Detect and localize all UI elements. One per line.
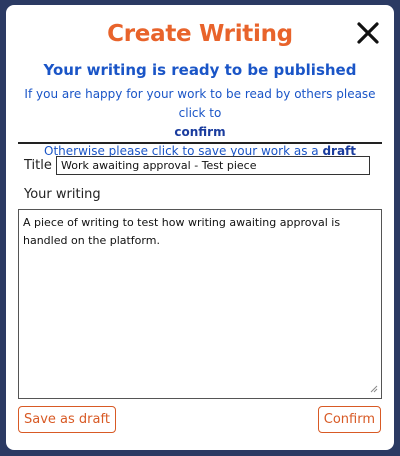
close-icon[interactable] [354, 19, 382, 47]
confirm-button[interactable]: Confirm [317, 406, 381, 433]
resize-grip-icon[interactable] [370, 385, 378, 393]
title-input[interactable] [56, 156, 370, 175]
writing-label: Your writing [24, 187, 101, 202]
instructions-confirm-word: confirm [174, 125, 226, 139]
dialog-subtitle: Your writing is ready to be published [43, 61, 357, 79]
save-as-draft-button[interactable]: Save as draft [18, 406, 116, 433]
create-writing-dialog: Create Writing Your writing is ready to … [6, 5, 394, 450]
divider [18, 142, 382, 144]
title-label: Title [24, 158, 52, 173]
publish-instructions: If you are happy for your work to be rea… [16, 85, 384, 161]
writing-textarea[interactable]: A piece of writing to test how writing a… [18, 209, 382, 399]
instructions-line-1: If you are happy for your work to be rea… [24, 87, 376, 120]
dialog-title: Create Writing [107, 21, 293, 47]
